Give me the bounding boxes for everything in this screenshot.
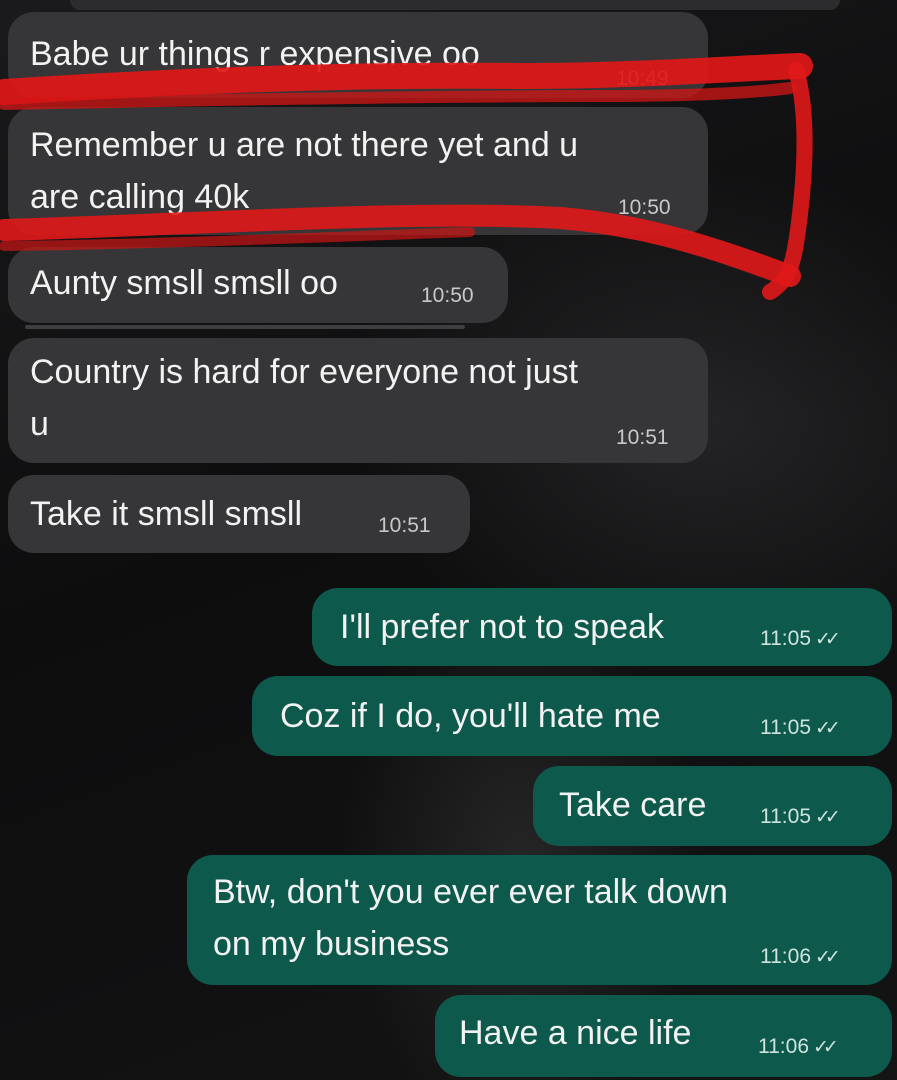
- outgoing-message[interactable]: Coz if I do, you'll hate me 11:05 ✓✓: [252, 676, 892, 756]
- message-meta: 11:06 ✓✓: [758, 1035, 839, 1060]
- message-meta: 11:06 ✓✓: [760, 945, 841, 970]
- message-text: Country is hard for everyone not just u: [30, 353, 579, 443]
- message-text: I'll prefer not to speak: [340, 608, 664, 646]
- message-time: 11:06: [758, 1035, 809, 1058]
- message-time: 11:06: [760, 945, 811, 968]
- message-meta: 11:05 ✓✓: [760, 627, 841, 652]
- outgoing-message[interactable]: Have a nice life 11:06 ✓✓: [435, 995, 892, 1077]
- outgoing-message[interactable]: Btw, don't you ever ever talk down on my…: [187, 855, 892, 985]
- message-time: 10:51: [378, 514, 431, 537]
- bubble-separator: [25, 325, 465, 329]
- message-time: 10:50: [421, 284, 474, 307]
- message-text: Have a nice life: [459, 1014, 692, 1052]
- message-time: 11:05: [760, 627, 811, 650]
- outgoing-message[interactable]: I'll prefer not to speak 11:05 ✓✓: [312, 588, 892, 666]
- incoming-message-highlighted[interactable]: Remember u are not there yet and u are c…: [8, 107, 708, 235]
- message-text: Babe ur things r expensive oo: [30, 35, 480, 73]
- double-check-icon: ✓✓: [815, 718, 841, 739]
- message-text: Take it smsll smsll: [30, 495, 303, 533]
- double-check-icon: ✓✓: [815, 629, 841, 650]
- message-meta: 11:05 ✓✓: [760, 805, 841, 830]
- message-text: Take care: [559, 786, 707, 824]
- outgoing-message[interactable]: Take care 11:05 ✓✓: [533, 766, 892, 846]
- message-text: Coz if I do, you'll hate me: [280, 697, 661, 735]
- message-time: 10:51: [616, 426, 669, 449]
- incoming-message[interactable]: Country is hard for everyone not just u …: [8, 338, 708, 463]
- previous-message-bubble-edge: [70, 0, 840, 10]
- double-check-icon: ✓✓: [815, 947, 841, 968]
- double-check-icon: ✓✓: [813, 1037, 839, 1058]
- incoming-message[interactable]: Babe ur things r expensive oo 10:49: [8, 12, 708, 98]
- message-text: Aunty smsll smsll oo: [30, 264, 338, 302]
- message-time: 11:05: [760, 805, 811, 828]
- message-text: Btw, don't you ever ever talk down on my…: [213, 873, 728, 963]
- incoming-message[interactable]: Take it smsll smsll 10:51: [8, 475, 470, 553]
- incoming-message[interactable]: Aunty smsll smsll oo 10:50: [8, 247, 508, 323]
- message-meta: 11:05 ✓✓: [760, 716, 841, 741]
- message-time: 10:50: [618, 196, 671, 219]
- message-text: Remember u are not there yet and u are c…: [30, 126, 579, 216]
- message-time: 11:05: [760, 716, 811, 739]
- message-time: 10:49: [616, 67, 669, 90]
- double-check-icon: ✓✓: [815, 807, 841, 828]
